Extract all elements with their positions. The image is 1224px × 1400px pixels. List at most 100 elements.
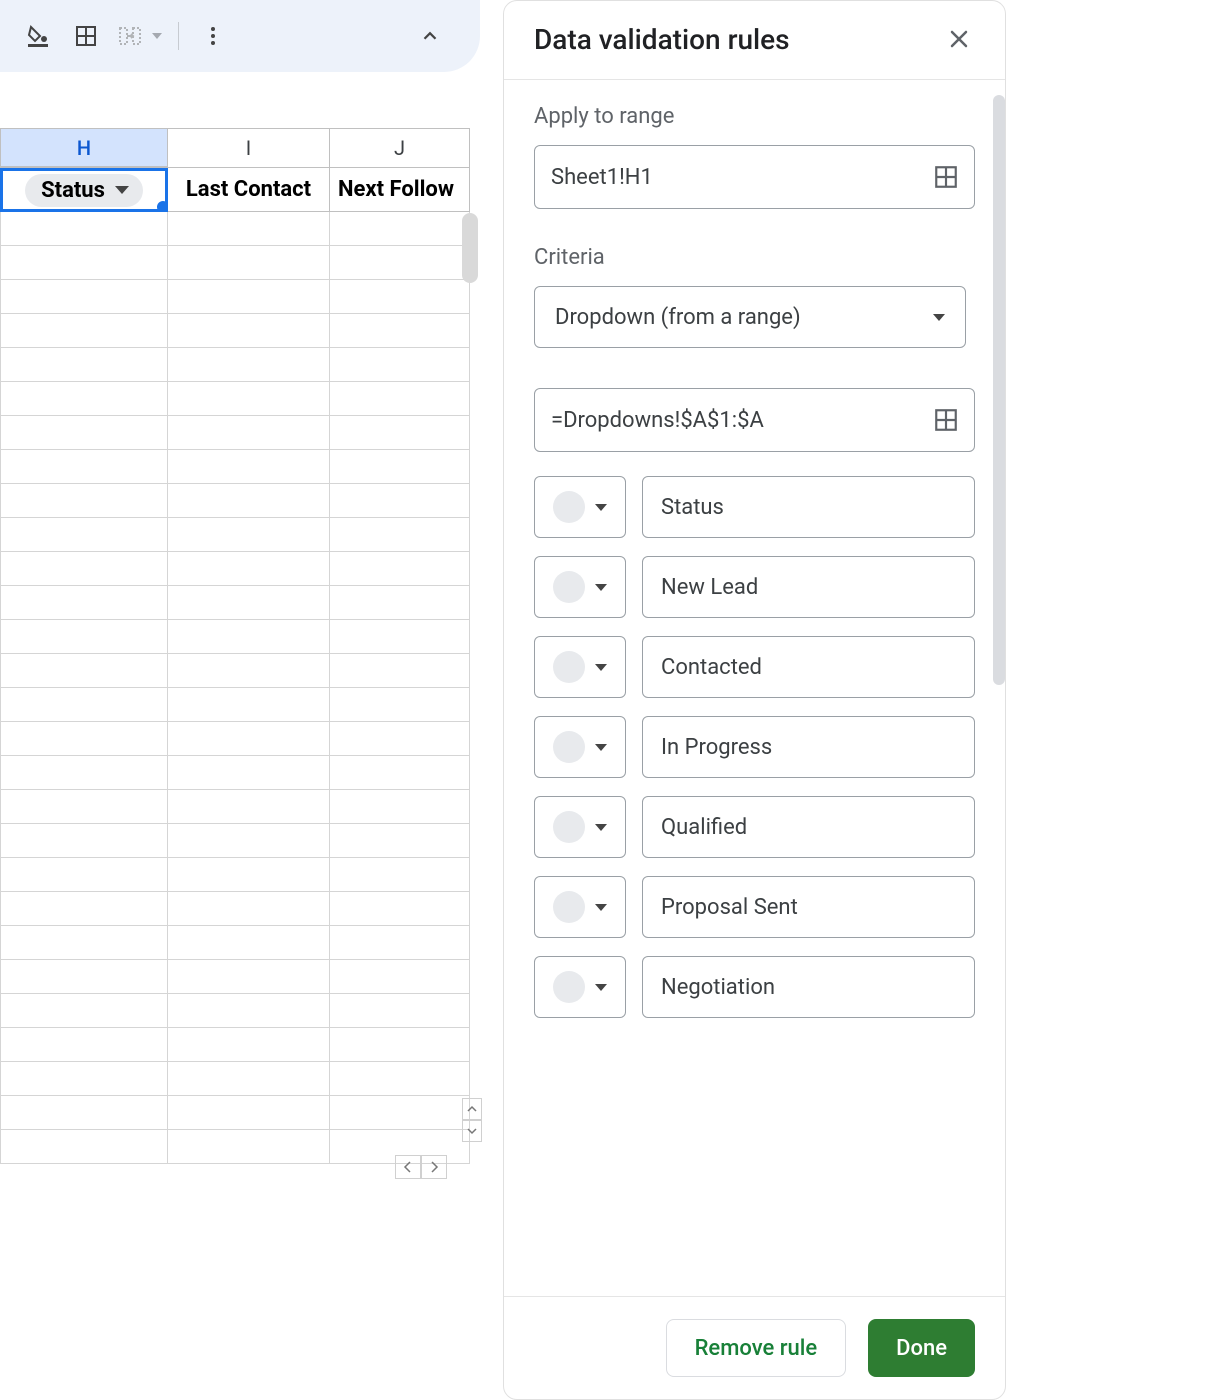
cell[interactable]: [330, 926, 470, 960]
cell[interactable]: [168, 348, 330, 382]
cell[interactable]: [330, 382, 470, 416]
cell[interactable]: [330, 688, 470, 722]
cell-j1[interactable]: Next Follow: [330, 168, 470, 212]
cell[interactable]: [330, 450, 470, 484]
cell[interactable]: [168, 688, 330, 722]
cell[interactable]: [168, 926, 330, 960]
dropdown-chip[interactable]: Status: [25, 174, 143, 207]
cell[interactable]: [0, 212, 168, 246]
cell[interactable]: [168, 1096, 330, 1130]
collapse-toolbar-icon[interactable]: [408, 14, 452, 58]
cell[interactable]: [0, 552, 168, 586]
column-header-h[interactable]: H: [0, 128, 168, 168]
merge-cells-control[interactable]: [112, 14, 166, 58]
option-color-picker[interactable]: [534, 716, 626, 778]
cell-i1[interactable]: Last Contact: [168, 168, 330, 212]
cell[interactable]: [168, 1062, 330, 1096]
cell[interactable]: [0, 722, 168, 756]
cell[interactable]: [0, 756, 168, 790]
cell[interactable]: [0, 1130, 168, 1164]
cell[interactable]: [168, 518, 330, 552]
cell[interactable]: [330, 348, 470, 382]
cell[interactable]: [330, 416, 470, 450]
source-range-input[interactable]: [534, 388, 975, 452]
cell[interactable]: [330, 246, 470, 280]
option-value-input[interactable]: Negotiation: [642, 956, 975, 1018]
source-range-field[interactable]: [551, 408, 932, 433]
option-color-picker[interactable]: [534, 956, 626, 1018]
scroll-right-icon[interactable]: [421, 1155, 447, 1179]
cell[interactable]: [330, 552, 470, 586]
done-button[interactable]: Done: [868, 1319, 975, 1377]
cell[interactable]: [330, 1096, 470, 1130]
option-color-picker[interactable]: [534, 636, 626, 698]
column-header-i[interactable]: I: [168, 128, 330, 168]
vertical-scrollbar[interactable]: [462, 213, 478, 283]
cell[interactable]: [0, 790, 168, 824]
cell[interactable]: [330, 994, 470, 1028]
cell[interactable]: [330, 960, 470, 994]
cell[interactable]: [168, 1028, 330, 1062]
cell[interactable]: [168, 450, 330, 484]
cell[interactable]: [330, 484, 470, 518]
cell[interactable]: [168, 416, 330, 450]
cell[interactable]: [168, 756, 330, 790]
remove-rule-button[interactable]: Remove rule: [666, 1319, 847, 1377]
scroll-left-icon[interactable]: [395, 1155, 421, 1179]
range-input-field[interactable]: [551, 165, 932, 190]
select-range-icon[interactable]: [932, 163, 960, 191]
option-value-input[interactable]: Proposal Sent: [642, 876, 975, 938]
cell[interactable]: [330, 1028, 470, 1062]
option-color-picker[interactable]: [534, 876, 626, 938]
cell[interactable]: [330, 620, 470, 654]
cell[interactable]: [0, 280, 168, 314]
fill-color-icon[interactable]: [16, 14, 60, 58]
cell[interactable]: [168, 586, 330, 620]
cell[interactable]: [0, 926, 168, 960]
cell[interactable]: [330, 314, 470, 348]
cell[interactable]: [168, 858, 330, 892]
step-down-icon[interactable]: [462, 1120, 482, 1142]
cell[interactable]: [0, 1062, 168, 1096]
cell[interactable]: [330, 824, 470, 858]
cell[interactable]: [0, 620, 168, 654]
option-value-input[interactable]: In Progress: [642, 716, 975, 778]
cell[interactable]: [0, 246, 168, 280]
cell[interactable]: [0, 688, 168, 722]
cell[interactable]: [0, 450, 168, 484]
cell[interactable]: [0, 654, 168, 688]
option-color-picker[interactable]: [534, 556, 626, 618]
cell[interactable]: [168, 552, 330, 586]
cell-h1[interactable]: Status: [0, 168, 168, 212]
cell[interactable]: [0, 994, 168, 1028]
cell[interactable]: [0, 824, 168, 858]
cell[interactable]: [0, 1096, 168, 1130]
cell[interactable]: [330, 858, 470, 892]
cell[interactable]: [330, 790, 470, 824]
borders-icon[interactable]: [64, 14, 108, 58]
apply-range-input[interactable]: [534, 145, 975, 209]
option-value-input[interactable]: Contacted: [642, 636, 975, 698]
cell[interactable]: [330, 756, 470, 790]
cell[interactable]: [168, 1130, 330, 1164]
option-value-input[interactable]: Qualified: [642, 796, 975, 858]
cell[interactable]: [168, 246, 330, 280]
cell[interactable]: [168, 960, 330, 994]
cell[interactable]: [0, 1028, 168, 1062]
option-color-picker[interactable]: [534, 796, 626, 858]
step-up-icon[interactable]: [462, 1098, 482, 1120]
option-value-input[interactable]: New Lead: [642, 556, 975, 618]
option-color-picker[interactable]: [534, 476, 626, 538]
cell[interactable]: [330, 280, 470, 314]
cell[interactable]: [0, 348, 168, 382]
option-value-input[interactable]: Status: [642, 476, 975, 538]
cell[interactable]: [330, 892, 470, 926]
cell[interactable]: [0, 586, 168, 620]
cell[interactable]: [168, 824, 330, 858]
cell[interactable]: [168, 994, 330, 1028]
cell[interactable]: [330, 1062, 470, 1096]
cell[interactable]: [330, 518, 470, 552]
column-header-j[interactable]: J: [330, 128, 470, 168]
cell[interactable]: [168, 722, 330, 756]
cell[interactable]: [168, 892, 330, 926]
